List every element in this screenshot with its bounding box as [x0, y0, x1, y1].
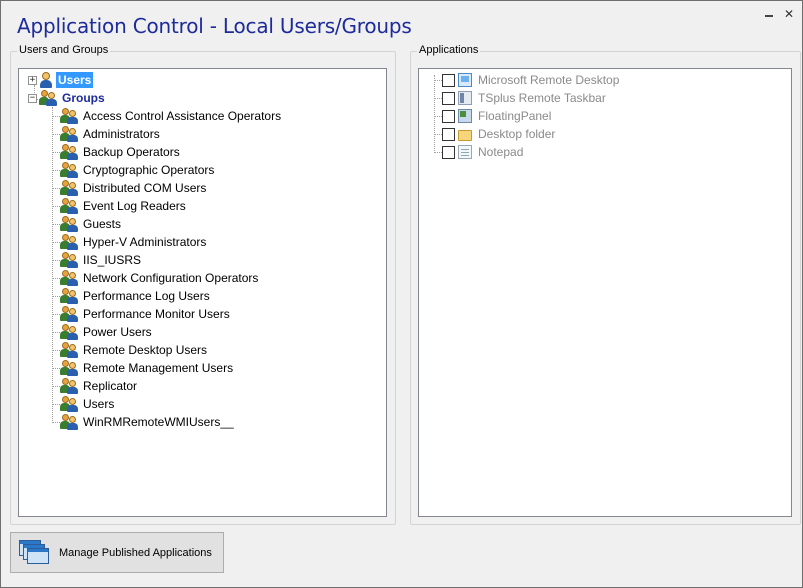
application-item-label: TSplus Remote Taskbar: [478, 91, 606, 105]
window-controls: ✕: [762, 7, 796, 21]
application-item[interactable]: FloatingPanel: [442, 107, 553, 125]
group-icon: [60, 162, 78, 178]
group-item[interactable]: Administrators: [60, 125, 162, 143]
group-item-label: Administrators: [83, 127, 160, 141]
group-item-label: Remote Desktop Users: [83, 343, 208, 357]
group-item[interactable]: IIS_IUSRS: [60, 251, 143, 269]
tree-node-groups[interactable]: − Groups: [28, 89, 107, 107]
group-item-label: Backup Operators: [83, 145, 180, 159]
group-icon: [60, 324, 78, 340]
group-item[interactable]: Replicator: [60, 377, 139, 395]
application-item-label: Microsoft Remote Desktop: [478, 73, 620, 87]
application-item[interactable]: Desktop folder: [442, 125, 557, 143]
group-item-label: IIS_IUSRS: [83, 253, 142, 267]
group-icon: [60, 414, 78, 430]
group-item-label: Network Configuration Operators: [83, 271, 259, 285]
tree-node-users[interactable]: + Users: [28, 71, 94, 89]
group-item-label: Power Users: [83, 325, 152, 339]
group-item[interactable]: Cryptographic Operators: [60, 161, 216, 179]
taskbar-icon: [458, 91, 472, 105]
tree-node-users-label: Users: [56, 72, 94, 88]
group-item-label: WinRMRemoteWMIUsers__: [83, 415, 234, 429]
group-item-label: Performance Monitor Users: [83, 307, 230, 321]
applications-label: Applications: [417, 44, 481, 56]
group-item-label: Users: [83, 397, 115, 411]
notepad-icon: [458, 145, 472, 159]
group-item[interactable]: Users: [60, 395, 116, 413]
floating-panel-icon: [458, 109, 472, 123]
window-title: Application Control - Local Users/Groups: [17, 14, 412, 38]
group-item-label: Remote Management Users: [83, 361, 234, 375]
group-item-label: Event Log Readers: [83, 199, 186, 213]
group-icon: [39, 90, 57, 106]
group-icon: [60, 198, 78, 214]
remote-desktop-icon: [458, 73, 472, 87]
group-item[interactable]: WinRMRemoteWMIUsers__: [60, 413, 236, 431]
group-item-label: Cryptographic Operators: [83, 163, 215, 177]
application-item-label: Desktop folder: [478, 127, 556, 141]
tree-node-groups-label: Groups: [62, 91, 105, 105]
group-item-label: Access Control Assistance Operators: [83, 109, 282, 123]
group-item[interactable]: Guests: [60, 215, 123, 233]
application-item-label: FloatingPanel: [478, 109, 552, 123]
group-icon: [60, 270, 78, 286]
close-button[interactable]: ✕: [782, 7, 796, 21]
group-item[interactable]: Access Control Assistance Operators: [60, 107, 283, 125]
group-item-label: Replicator: [83, 379, 138, 393]
users-groups-tree[interactable]: + Users − Groups Access Control Assistan…: [18, 68, 387, 517]
user-icon: [39, 72, 53, 88]
group-icon: [60, 144, 78, 160]
application-item[interactable]: TSplus Remote Taskbar: [442, 89, 608, 107]
group-item[interactable]: Event Log Readers: [60, 197, 188, 215]
application-checkbox[interactable]: [442, 73, 455, 87]
application-item[interactable]: Microsoft Remote Desktop: [442, 71, 621, 89]
group-icon: [60, 306, 78, 322]
group-item[interactable]: Distributed COM Users: [60, 179, 208, 197]
manage-published-applications-label: Manage Published Applications: [59, 546, 212, 559]
group-item-label: Performance Log Users: [83, 289, 210, 303]
group-icon: [60, 252, 78, 268]
application-checkbox[interactable]: [442, 109, 455, 123]
group-icon: [60, 378, 78, 394]
expand-icon[interactable]: +: [28, 75, 37, 85]
group-item-label: Distributed COM Users: [83, 181, 207, 195]
group-item-label: Guests: [83, 217, 122, 231]
group-item[interactable]: Network Configuration Operators: [60, 269, 260, 287]
group-item[interactable]: Remote Desktop Users: [60, 341, 209, 359]
group-item[interactable]: Performance Log Users: [60, 287, 212, 305]
application-checkbox[interactable]: [442, 91, 455, 105]
group-icon: [60, 234, 78, 250]
collapse-icon[interactable]: −: [28, 93, 37, 103]
group-icon: [60, 360, 78, 376]
group-icon: [60, 396, 78, 412]
group-icon: [60, 342, 78, 358]
group-item-label: Hyper-V Administrators: [83, 235, 207, 249]
users-groups-label: Users and Groups: [17, 44, 111, 56]
application-checkbox[interactable]: [442, 127, 455, 141]
minimize-button[interactable]: [762, 7, 776, 21]
close-icon: ✕: [783, 7, 795, 21]
group-icon: [60, 216, 78, 232]
group-icon: [60, 108, 78, 124]
folder-icon: [458, 129, 472, 141]
group-item[interactable]: Hyper-V Administrators: [60, 233, 208, 251]
application-item[interactable]: Notepad: [442, 143, 525, 161]
group-item[interactable]: Remote Management Users: [60, 359, 235, 377]
application-item-label: Notepad: [478, 145, 524, 159]
group-icon: [60, 126, 78, 142]
application-checkbox[interactable]: [442, 145, 455, 159]
manage-published-applications-button[interactable]: Manage Published Applications: [10, 532, 224, 573]
group-icon: [60, 288, 78, 304]
group-item[interactable]: Performance Monitor Users: [60, 305, 232, 323]
minimize-icon: [765, 15, 773, 17]
group-item[interactable]: Backup Operators: [60, 143, 182, 161]
group-icon: [60, 180, 78, 196]
applications-tree[interactable]: Microsoft Remote Desktop TSplus Remote Ta…: [418, 68, 792, 517]
applications-icon: [19, 539, 51, 566]
group-item[interactable]: Power Users: [60, 323, 154, 341]
